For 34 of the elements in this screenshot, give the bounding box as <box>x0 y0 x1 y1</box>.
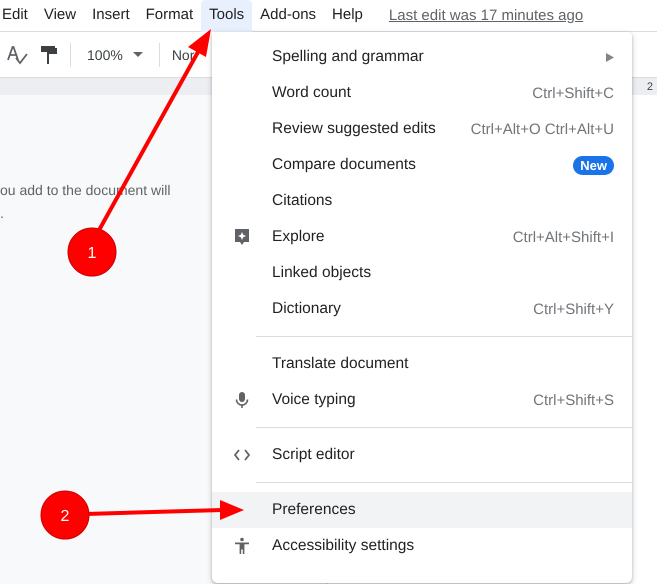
paint-format-icon[interactable] <box>40 44 58 64</box>
menu-entry[interactable]: Word count Ctrl+Shift+C <box>212 75 632 111</box>
menu-entry[interactable]: Preferences <box>212 492 632 528</box>
callout-number: 2 <box>40 490 90 540</box>
ruler-mark: 2 <box>646 80 653 92</box>
style-dropdown[interactable]: Nor <box>172 46 194 62</box>
microphone-icon <box>233 391 251 409</box>
caret-icon <box>132 52 143 57</box>
menu-entry[interactable]: Explore Ctrl+Alt+Shift+I <box>212 219 632 255</box>
menu-entry[interactable]: Review suggested edits Ctrl+Alt+O Ctrl+Alt+U <box>212 111 632 147</box>
menu-item[interactable]: Format <box>138 0 202 32</box>
accessibility-icon <box>233 537 251 555</box>
menu-item[interactable]: Insert <box>84 0 138 32</box>
menu-entry[interactable]: Linked objects <box>212 255 632 291</box>
outline-text: . <box>0 204 4 223</box>
menu-entry[interactable]: Citations <box>212 183 632 219</box>
explore-icon <box>233 228 251 246</box>
menu-entry[interactable]: Script editor <box>212 437 632 473</box>
menu-item[interactable]: Help <box>324 0 371 32</box>
menu-item[interactable]: Add-ons <box>252 0 324 32</box>
menu-item[interactable]: View <box>36 0 84 32</box>
last-edit-link[interactable]: Last edit was 17 minutes ago <box>388 7 584 24</box>
menu-entry[interactable]: Spelling and grammar <box>212 39 632 75</box>
menu-entry[interactable]: Compare documents New <box>212 147 632 183</box>
zoom-dropdown[interactable]: 100% <box>83 46 147 62</box>
menu-entry[interactable]: Accessibility settings <box>212 528 632 564</box>
spellcheck-icon[interactable] <box>6 44 28 64</box>
new-badge: New <box>573 156 614 174</box>
menu-item[interactable]: Tools <box>201 0 252 32</box>
menu-item[interactable]: Edit <box>2 0 36 32</box>
menu-entry[interactable]: Translate document <box>212 346 632 382</box>
menu-entry[interactable]: Voice typing Ctrl+Shift+S <box>212 382 632 418</box>
callout-number: 1 <box>68 228 116 276</box>
menu-entry[interactable]: Dictionary Ctrl+Shift+Y <box>212 291 632 327</box>
